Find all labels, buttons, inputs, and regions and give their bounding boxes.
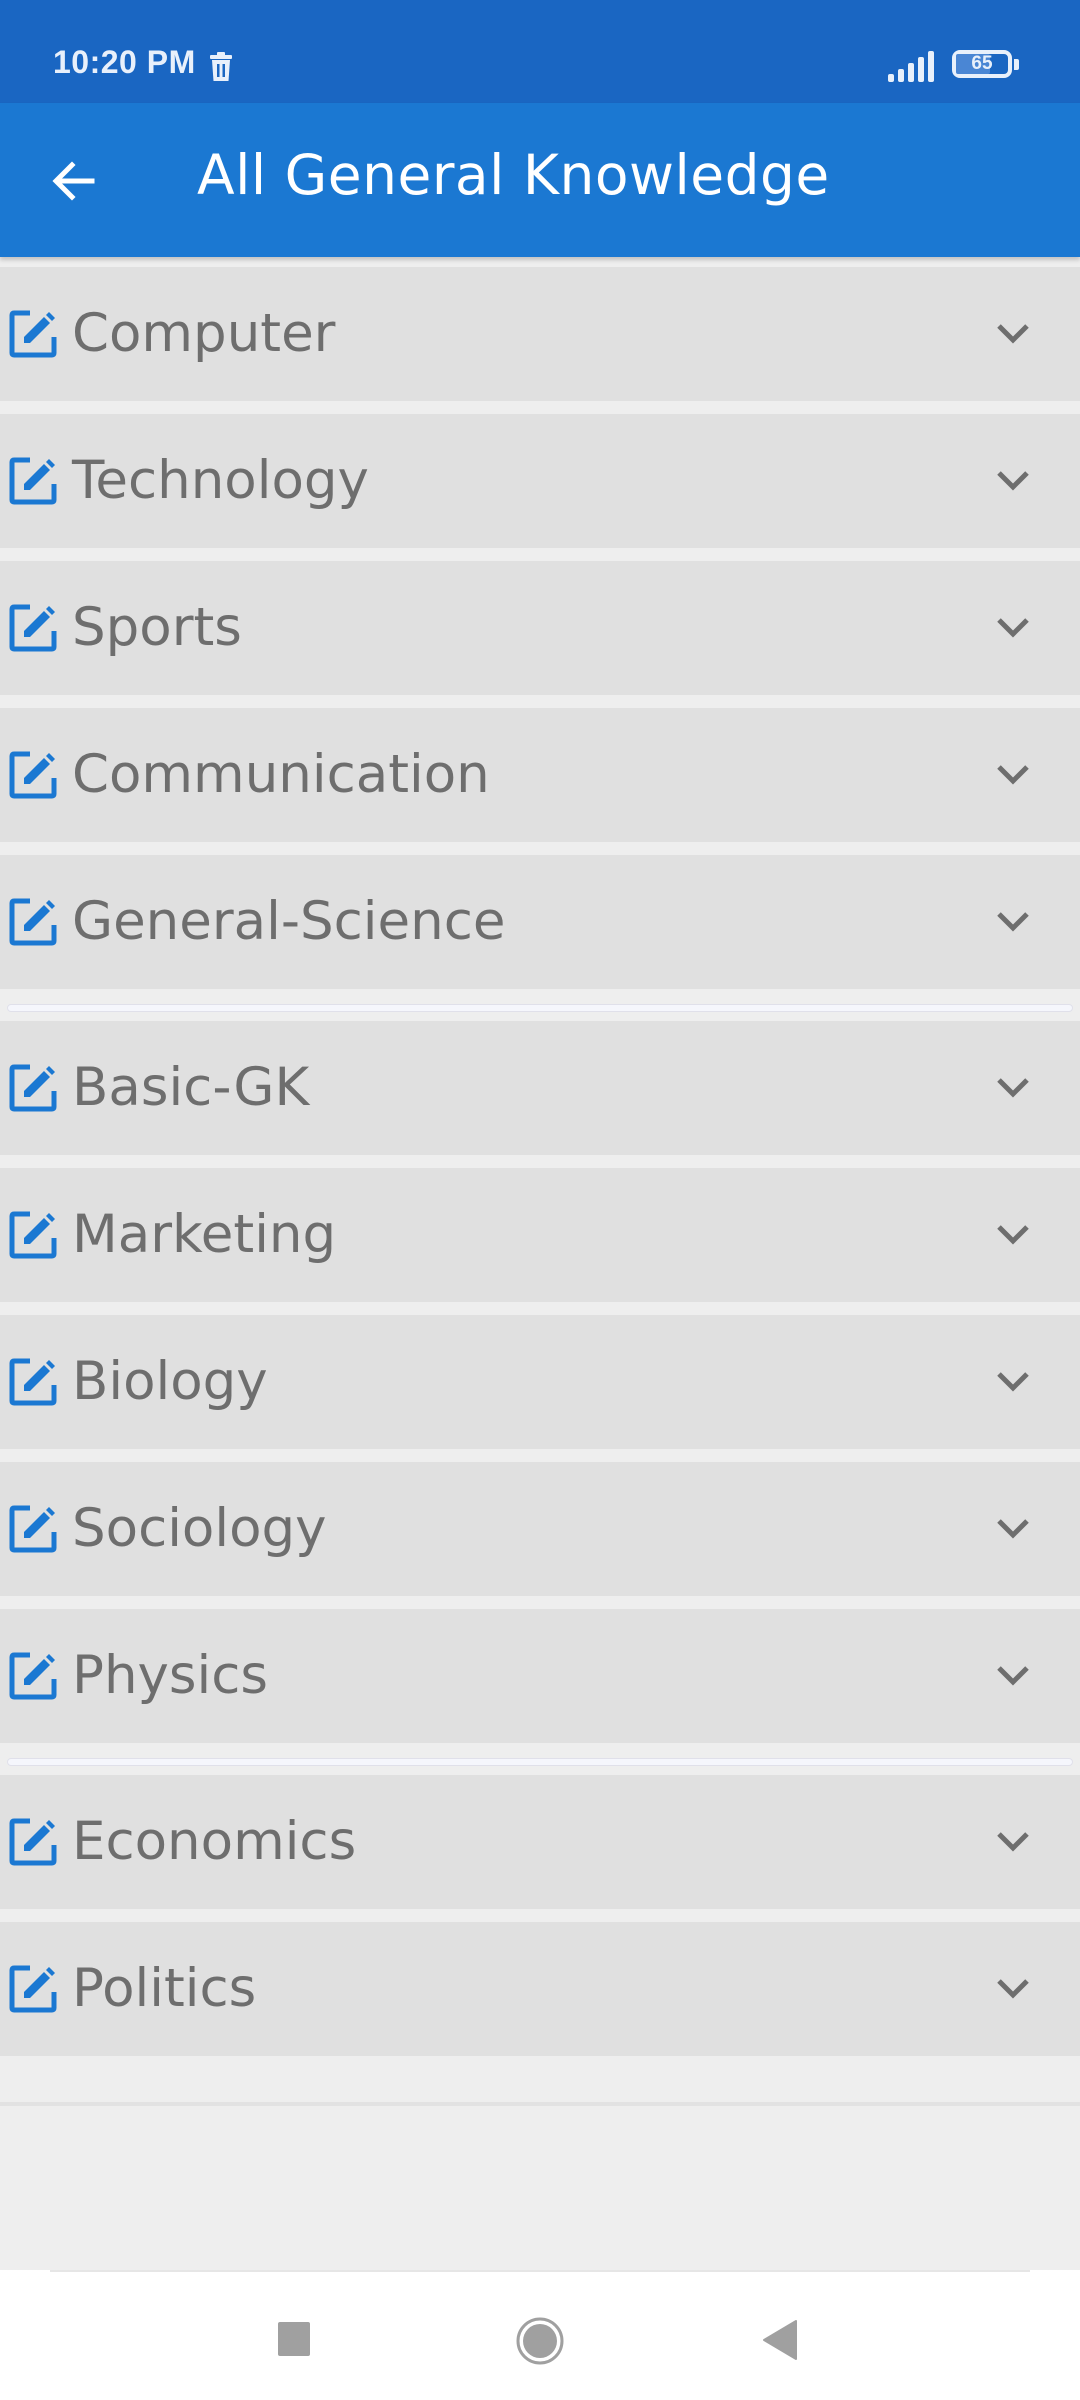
- chevron-down-icon[interactable]: [996, 616, 1030, 640]
- chevron-down-icon[interactable]: [996, 1517, 1030, 1541]
- edit-icon: [9, 1358, 57, 1406]
- chevron-down-icon[interactable]: [996, 469, 1030, 493]
- arrow-left-icon[interactable]: [48, 155, 100, 207]
- circle-home-icon[interactable]: [516, 2317, 564, 2365]
- category-label: Marketing: [72, 1204, 337, 1265]
- chevron-down-icon[interactable]: [996, 1076, 1030, 1100]
- edit-icon: [9, 1818, 57, 1866]
- battery-nub: [1014, 59, 1019, 70]
- edit-icon: [9, 457, 57, 505]
- category-row[interactable]: Sociology: [0, 1462, 1080, 1596]
- category-label: Physics: [72, 1645, 269, 1706]
- category-label: Basic-GK: [72, 1057, 310, 1118]
- category-row[interactable]: Politics: [0, 1922, 1080, 2056]
- category-row[interactable]: Physics: [0, 1609, 1080, 1743]
- chevron-down-icon[interactable]: [996, 763, 1030, 787]
- chevron-down-icon[interactable]: [996, 910, 1030, 934]
- chevron-down-icon[interactable]: [996, 1664, 1030, 1688]
- category-row[interactable]: Biology: [0, 1315, 1080, 1449]
- category-label: Communication: [72, 744, 490, 805]
- category-row[interactable]: Sports: [0, 561, 1080, 695]
- category-label: Biology: [72, 1351, 268, 1412]
- chevron-down-icon[interactable]: [996, 1977, 1030, 2001]
- edit-icon: [9, 604, 57, 652]
- category-row[interactable]: Technology: [0, 414, 1080, 548]
- edit-icon: [9, 1505, 57, 1553]
- category-row[interactable]: Computer: [0, 267, 1080, 401]
- category-row[interactable]: Marketing: [0, 1168, 1080, 1302]
- chevron-down-icon[interactable]: [996, 1223, 1030, 1247]
- square-recents-icon[interactable]: [278, 2322, 310, 2356]
- category-label: Sociology: [72, 1498, 327, 1559]
- group-separator: [0, 989, 1080, 1021]
- edit-icon: [9, 1652, 57, 1700]
- separator-bar: [7, 1004, 1073, 1012]
- status-time: 10:20 PM: [53, 44, 196, 80]
- chevron-down-icon[interactable]: [996, 322, 1030, 346]
- category-label: Technology: [72, 450, 369, 511]
- status-bar: 10:20 PM 65: [0, 0, 1080, 103]
- list-bottom-divider: [0, 2102, 1080, 2106]
- app-bar: All General Knowledge: [0, 103, 1080, 257]
- battery-level: 65: [971, 53, 993, 74]
- edit-icon: [9, 1965, 57, 2013]
- category-row[interactable]: Basic-GK: [0, 1021, 1080, 1155]
- triangle-back-icon[interactable]: [762, 2319, 798, 2361]
- signal-bars-icon: [888, 51, 934, 82]
- category-row[interactable]: Economics: [0, 1775, 1080, 1909]
- edit-icon: [9, 751, 57, 799]
- category-label: Computer: [72, 303, 336, 364]
- edit-icon: [9, 1211, 57, 1259]
- category-row[interactable]: Communication: [0, 708, 1080, 842]
- category-label: Politics: [72, 1958, 257, 2019]
- chevron-down-icon[interactable]: [996, 1830, 1030, 1854]
- category-row[interactable]: General-Science: [0, 855, 1080, 989]
- chevron-down-icon[interactable]: [996, 1370, 1030, 1394]
- edit-icon: [9, 898, 57, 946]
- page-title: All General Knowledge: [197, 143, 830, 207]
- separator-bar: [7, 1758, 1073, 1766]
- category-label: General-Science: [72, 891, 506, 952]
- trash-icon: [210, 52, 232, 81]
- edit-icon: [9, 310, 57, 358]
- battery-indicator: 65: [952, 50, 1022, 82]
- category-label: Sports: [72, 597, 242, 658]
- system-nav-bar: [0, 2270, 1080, 2400]
- nav-divider: [50, 2270, 1030, 2272]
- category-label: Economics: [72, 1811, 357, 1872]
- category-list: Computer Technology Sports Communication Gen…: [0, 267, 1080, 2069]
- edit-icon: [9, 1064, 57, 1112]
- group-separator: [0, 1743, 1080, 1775]
